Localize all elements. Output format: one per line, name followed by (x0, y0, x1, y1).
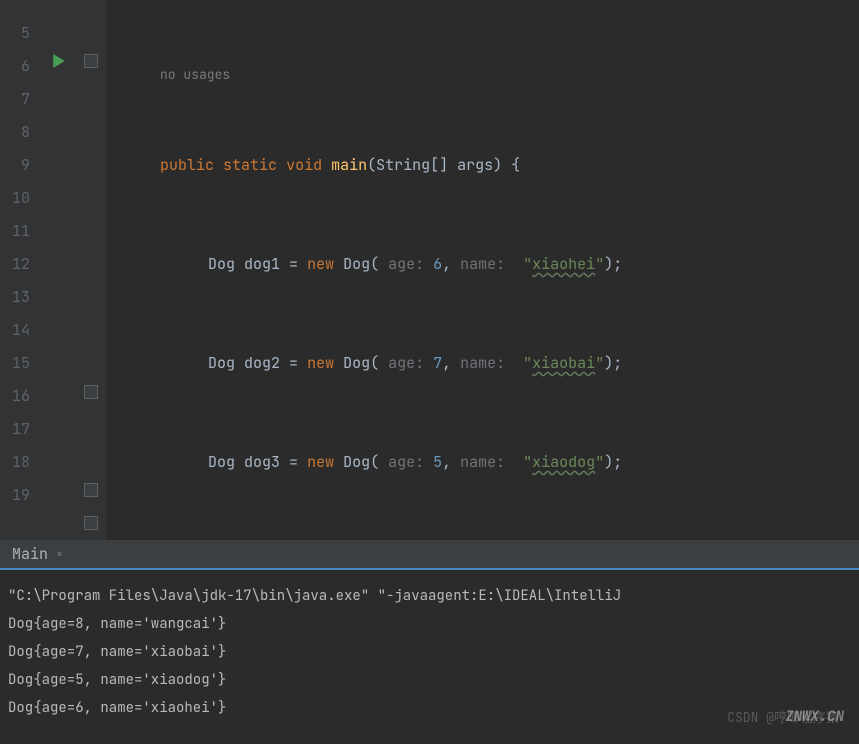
tab-label: Main (12, 544, 48, 564)
console-line: Dog{age=8, name='wangcai'} (8, 610, 851, 638)
console-line: Dog{age=5, name='xiaodog'} (8, 666, 851, 694)
fold-gutter (78, 0, 106, 540)
fold-icon[interactable] (84, 516, 98, 530)
console-line: "C:\Program Files\Java\jdk-17\bin\java.e… (8, 582, 851, 610)
console-line: Dog{age=6, name='xiaohei'} (8, 694, 851, 722)
run-gutter (38, 0, 78, 540)
run-icon[interactable] (52, 53, 66, 73)
fold-icon[interactable] (84, 483, 98, 497)
fold-icon[interactable] (84, 54, 98, 68)
close-icon[interactable]: × (56, 546, 63, 562)
console-line: Dog{age=7, name='xiaobai'} (8, 638, 851, 666)
watermark-logo: ZNWX.CN (785, 708, 844, 726)
code-editor[interactable]: 5 6 7 8 9 10 11 12 13 14 15 16 17 18 19 … (0, 0, 859, 540)
fold-icon[interactable] (84, 385, 98, 399)
console-tab-bar: Main × (0, 540, 859, 570)
usage-hint: no usages (160, 66, 230, 83)
code-content[interactable]: no usages public static void main(String… (106, 0, 859, 540)
tab-main[interactable]: Main × (0, 540, 75, 568)
line-number-gutter: 5 6 7 8 9 10 11 12 13 14 15 16 17 18 19 (0, 0, 38, 540)
